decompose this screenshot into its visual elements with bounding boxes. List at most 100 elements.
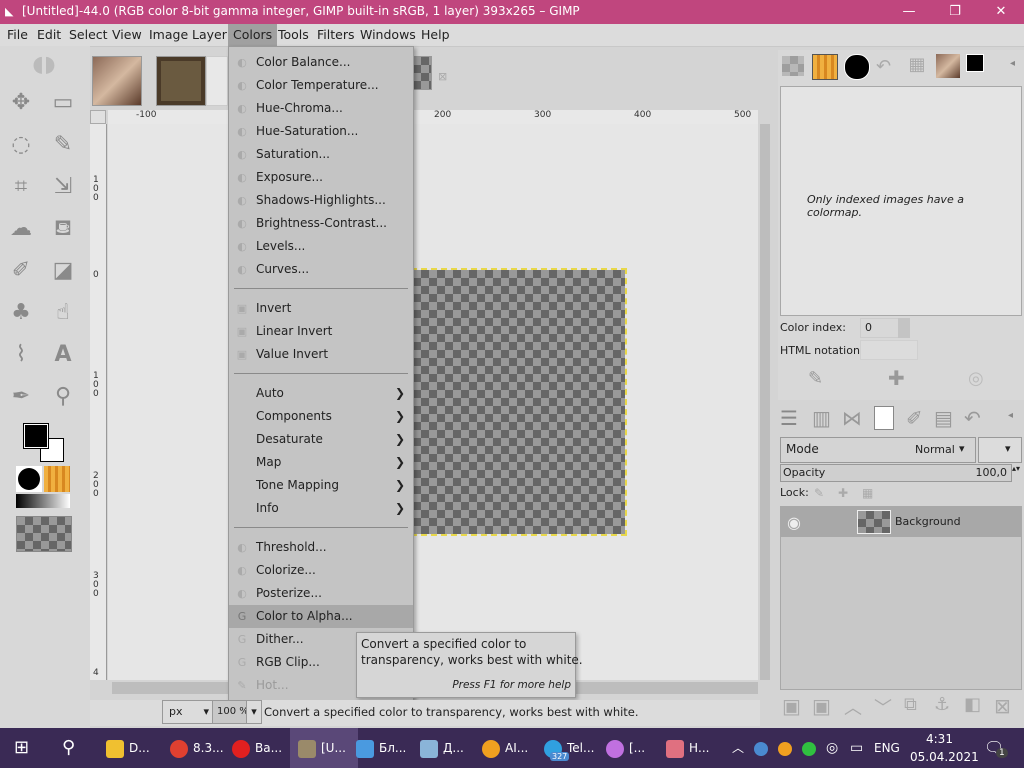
transform-tool-icon[interactable]: ⇲ — [47, 172, 79, 202]
fuzzy-select-tool-icon[interactable]: ✎ — [47, 130, 79, 160]
dock-tab-grid-icon[interactable]: ▦ — [904, 54, 930, 80]
lower-layer-icon[interactable]: ﹀ — [874, 694, 892, 720]
menu-threshold[interactable]: ◐ Threshold... — [229, 536, 413, 559]
taskbar-app-gimp[interactable]: [U... — [290, 728, 358, 768]
menu-file[interactable]: File — [2, 24, 33, 46]
menu-view[interactable]: View — [107, 24, 147, 46]
tray-expand-icon[interactable]: ︿ — [732, 728, 744, 768]
taskbar-app-photos[interactable]: Н... — [666, 728, 709, 768]
free-select-tool-icon[interactable]: ◌ — [5, 130, 37, 160]
dock-tab-image-icon[interactable] — [936, 54, 960, 78]
menu-windows[interactable]: Windows — [355, 24, 421, 46]
paintbrush-tool-icon[interactable]: ✐ — [5, 256, 37, 286]
minimize-button[interactable]: — — [886, 0, 932, 24]
menu-colorize[interactable]: ◐ Colorize... — [229, 559, 413, 582]
add-color-icon[interactable]: ✚ — [888, 366, 905, 390]
clock-date[interactable]: 05.04.2021 — [910, 750, 979, 764]
tray-record-icon[interactable]: ◎ — [826, 728, 838, 768]
opacity-slider[interactable]: Opacity 100,0 — [780, 464, 1012, 482]
menu-hue-saturation[interactable]: ◐ Hue-Saturation... — [229, 120, 413, 143]
menu-posterize[interactable]: ◐ Posterize... — [229, 582, 413, 605]
dock-menu-icon[interactable]: ◂ — [1010, 58, 1015, 69]
menu-filters[interactable]: Filters — [312, 24, 359, 46]
taskbar-app-notepad[interactable]: Бл... — [356, 728, 406, 768]
menu-edit[interactable]: Edit — [32, 24, 66, 46]
menu-map[interactable]: Map ❯ — [229, 451, 413, 474]
menu-color-temperature[interactable]: ◐ Color Temperature... — [229, 74, 413, 97]
clone-tool-icon[interactable]: ♣ — [5, 298, 37, 328]
menu-shadows-highlights[interactable]: ◐ Shadows-Highlights... — [229, 189, 413, 212]
taskbar-app-chrome[interactable]: 8.3... — [170, 728, 224, 768]
channels-tab-icon[interactable]: ▥ — [812, 406, 831, 430]
close-button[interactable]: ✕ — [978, 0, 1024, 24]
windows-start-icon[interactable]: ⊞ — [14, 728, 29, 768]
dock-tab-undo-icon[interactable]: ↶ — [876, 56, 891, 77]
menu-components[interactable]: Components ❯ — [229, 405, 413, 428]
menu-desaturate[interactable]: Desaturate ❯ — [229, 428, 413, 451]
new-layer-icon[interactable]: ▣ — [782, 694, 801, 718]
bucket-fill-tool-icon[interactable]: ⛾ — [47, 214, 79, 244]
html-notation-field[interactable] — [860, 340, 918, 360]
zoom-dropdown[interactable]: ▾ — [246, 700, 262, 724]
foreground-color-swatch[interactable] — [23, 423, 49, 449]
paths-tab-icon[interactable]: ⋈ — [842, 406, 862, 430]
menu-invert[interactable]: ▣ Invert — [229, 297, 413, 320]
taskbar-app-recorder[interactable]: Ва... — [232, 728, 282, 768]
images-tab-icon[interactable]: ▤ — [934, 406, 953, 430]
horizontal-ruler[interactable]: -100 200 300 400 500 — [108, 110, 758, 125]
dock-tab-colors-icon[interactable] — [966, 54, 984, 72]
zoom-tool-icon[interactable]: ⚲ — [47, 382, 79, 412]
zoom-field[interactable]: 100 % — [212, 700, 250, 724]
tray-aimp-icon[interactable] — [778, 728, 797, 768]
smudge-tool-icon[interactable]: ☝ — [47, 298, 79, 328]
menu-color-to-alpha[interactable]: G Color to Alpha... — [229, 605, 413, 628]
menu-help[interactable]: Help — [416, 24, 455, 46]
dock-tab-fill-icon[interactable] — [812, 54, 838, 80]
taskbar-app-explorer[interactable]: Д... — [420, 728, 464, 768]
dock-tab-brush-icon[interactable] — [844, 54, 870, 80]
menu-select[interactable]: Select — [64, 24, 113, 46]
anchor-layer-icon[interactable]: ⚓ — [934, 694, 950, 715]
menu-value-invert[interactable]: ▣ Value Invert — [229, 343, 413, 366]
visibility-eye-icon[interactable]: ◉ — [787, 513, 801, 532]
layer-row[interactable]: ◉ Background — [781, 507, 1021, 537]
menu-hue-chroma[interactable]: ◐ Hue-Chroma... — [229, 97, 413, 120]
close-tab-icon[interactable]: ⊠ — [438, 70, 447, 83]
mask-layer-icon[interactable]: ◧ — [964, 694, 981, 715]
lock-alpha-icon[interactable]: ▦ — [862, 486, 873, 500]
path-tool-icon[interactable]: ⌇ — [5, 340, 37, 370]
taskbar-app-telegram[interactable]: Tel... — [544, 728, 594, 768]
menu-color-balance[interactable]: ◐ Color Balance... — [229, 51, 413, 74]
image-layer[interactable] — [411, 268, 627, 536]
language-indicator[interactable]: ENG — [874, 728, 900, 768]
menu-image[interactable]: Image — [144, 24, 193, 46]
search-icon[interactable]: ⚲ — [62, 728, 75, 768]
menu-colors[interactable]: Colors — [228, 24, 278, 46]
layers-tab-icon[interactable]: ☰ — [780, 406, 798, 430]
menu-tools[interactable]: Tools — [273, 24, 314, 46]
edit-color-icon[interactable]: ✎ — [808, 368, 823, 389]
dock-menu-icon[interactable]: ◂ — [1008, 410, 1013, 421]
unit-dropdown[interactable]: px ▾ — [162, 700, 214, 724]
brush-preview[interactable] — [16, 466, 42, 492]
menu-auto[interactable]: Auto ❯ — [229, 382, 413, 405]
menu-exposure[interactable]: ◐ Exposure... — [229, 166, 413, 189]
image-preview[interactable] — [16, 516, 72, 552]
move-tool-icon[interactable]: ✥ — [5, 88, 37, 118]
vertical-scrollbar[interactable] — [760, 124, 770, 680]
network-icon[interactable]: ▭ — [850, 728, 863, 768]
taskbar-app-files[interactable]: D... — [106, 728, 150, 768]
color-index-spinner[interactable] — [898, 318, 910, 338]
maximize-button[interactable]: ❐ — [932, 0, 978, 24]
menu-linear-invert[interactable]: ▣ Linear Invert — [229, 320, 413, 343]
raise-layer-icon[interactable]: ︿ — [844, 694, 862, 720]
pattern-preview[interactable] — [44, 466, 70, 492]
menu-brightness-contrast[interactable]: ◐ Brightness-Contrast... — [229, 212, 413, 235]
delete-layer-icon[interactable]: ⊠ — [994, 694, 1011, 718]
taskbar-app-aimp[interactable]: AI... — [482, 728, 528, 768]
rect-select-tool-icon[interactable]: ▭ — [47, 88, 79, 118]
taskbar-app-paint[interactable]: [... — [606, 728, 645, 768]
duplicate-layer-icon[interactable]: ⧉ — [904, 694, 917, 715]
brushes-tab-icon[interactable]: ✐ — [906, 406, 923, 430]
new-group-icon[interactable]: ▣ — [812, 694, 831, 718]
